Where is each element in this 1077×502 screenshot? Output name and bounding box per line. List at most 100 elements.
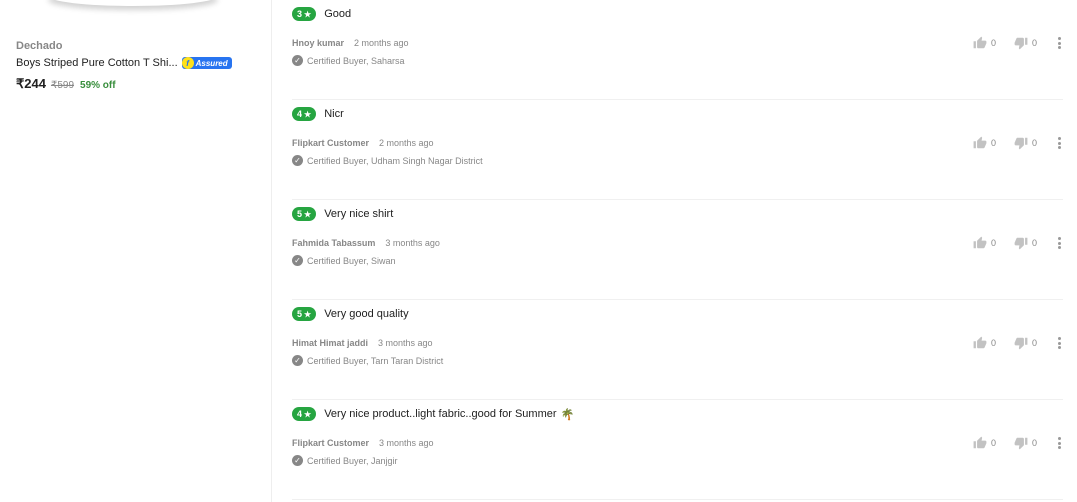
product-summary-panel: Dechado Boys Striped Pure Cotton T Shi..… — [0, 0, 272, 502]
review-meta: Flipkart Customer 3 months ago — [292, 438, 434, 448]
review-meta: Hnoy kumar 2 months ago — [292, 38, 409, 48]
more-options-icon[interactable] — [1055, 36, 1063, 50]
like-count: 0 — [990, 438, 996, 448]
reviewer-name: Flipkart Customer — [292, 438, 370, 448]
star-icon: ★ — [304, 409, 312, 419]
rating-value: 4 — [297, 409, 303, 419]
rating-value: 4 — [297, 109, 303, 119]
review-date: 2 months ago — [379, 138, 434, 148]
dislike-button[interactable]: 0 — [1014, 236, 1037, 250]
dislike-count: 0 — [1031, 238, 1037, 248]
reviewer-name: Himat Himat jaddi — [292, 338, 369, 348]
star-icon: ★ — [304, 9, 312, 19]
assured-label: Assured — [195, 58, 228, 68]
assured-badge: f Assured — [181, 57, 232, 69]
selling-price: ₹244 — [16, 76, 46, 91]
certified-buyer-row: ✓ Certified Buyer, Siwan — [292, 255, 396, 266]
thumbs-up-icon — [973, 336, 987, 349]
review-actions: 0 0 — [955, 436, 1063, 450]
review-actions: 0 0 — [955, 136, 1063, 150]
review-meta: Himat Himat jaddi 3 months ago — [292, 338, 433, 348]
certified-buyer-text: Certified Buyer, Siwan — [307, 255, 396, 266]
review-emoji: 🌴 — [560, 408, 575, 421]
rating-badge: 4 ★ — [292, 107, 317, 121]
review-actions: 0 0 — [955, 236, 1063, 250]
review-title: Very nice product..light fabric..good fo… — [324, 408, 557, 420]
dislike-count: 0 — [1031, 438, 1037, 448]
thumbs-down-icon — [1014, 437, 1028, 450]
check-circle-icon: ✓ — [292, 255, 303, 266]
certified-buyer-text: Certified Buyer, Tarn Taran District — [307, 355, 444, 366]
more-options-icon[interactable] — [1055, 336, 1063, 350]
review-card: 4 ★ Nicr Flipkart Customer 2 months ago … — [292, 100, 1063, 200]
dislike-count: 0 — [1031, 138, 1037, 148]
dislike-button[interactable]: 0 — [1014, 436, 1037, 450]
thumbs-up-icon — [973, 136, 987, 149]
price-row: ₹244 ₹599 59% off — [16, 76, 116, 92]
certified-buyer-row: ✓ Certified Buyer, Saharsa — [292, 55, 405, 66]
reviewer-name: Flipkart Customer — [292, 138, 370, 148]
review-date: 3 months ago — [385, 238, 440, 248]
like-button[interactable]: 0 — [973, 36, 996, 50]
more-options-icon[interactable] — [1055, 436, 1063, 450]
review-header: 5 ★ Very good quality — [292, 307, 413, 321]
check-circle-icon: ✓ — [292, 455, 303, 466]
review-title: Very nice shirt — [324, 208, 394, 220]
original-price: ₹599 — [50, 80, 75, 91]
product-brand: Dechado — [16, 40, 63, 52]
like-count: 0 — [990, 238, 996, 248]
like-count: 0 — [990, 338, 996, 348]
rating-badge: 5 ★ — [292, 207, 317, 221]
thumbs-down-icon — [1014, 237, 1028, 250]
flipkart-logo-icon: f — [181, 57, 194, 69]
certified-buyer-text: Certified Buyer, Saharsa — [307, 55, 405, 66]
review-title: Good — [324, 8, 352, 20]
review-header: 5 ★ Very nice shirt — [292, 207, 397, 221]
thumbs-down-icon — [1014, 137, 1028, 150]
check-circle-icon: ✓ — [292, 55, 303, 66]
like-count: 0 — [990, 38, 996, 48]
reviews-list: 3 ★ Good Hnoy kumar 2 months ago ✓ Certi… — [292, 0, 1063, 500]
certified-buyer-row: ✓ Certified Buyer, Udham Singh Nagar Dis… — [292, 155, 483, 166]
review-header: 3 ★ Good — [292, 7, 355, 21]
review-card: 4 ★ Very nice product..light fabric..goo… — [292, 400, 1063, 500]
thumbs-up-icon — [973, 436, 987, 449]
review-header: 4 ★ Nicr — [292, 107, 348, 121]
product-title[interactable]: Boys Striped Pure Cotton T Shi... — [16, 57, 178, 69]
more-options-icon[interactable] — [1055, 236, 1063, 250]
review-date: 2 months ago — [354, 38, 409, 48]
rating-badge: 3 ★ — [292, 7, 317, 21]
review-date: 3 months ago — [379, 438, 434, 448]
like-button[interactable]: 0 — [973, 136, 996, 150]
review-actions: 0 0 — [955, 336, 1063, 350]
like-button[interactable]: 0 — [973, 336, 996, 350]
star-icon: ★ — [304, 109, 312, 119]
thumbs-up-icon — [973, 36, 987, 49]
more-options-icon[interactable] — [1055, 136, 1063, 150]
rating-value: 5 — [297, 209, 303, 219]
rating-value: 3 — [297, 9, 303, 19]
like-button[interactable]: 0 — [973, 236, 996, 250]
review-meta: Flipkart Customer 2 months ago — [292, 138, 434, 148]
certified-buyer-row: ✓ Certified Buyer, Janjgir — [292, 455, 398, 466]
dislike-count: 0 — [1031, 338, 1037, 348]
review-meta: Fahmida Tabassum 3 months ago — [292, 238, 440, 248]
certified-buyer-text: Certified Buyer, Udham Singh Nagar Distr… — [307, 155, 483, 166]
like-button[interactable]: 0 — [973, 436, 996, 450]
dislike-button[interactable]: 0 — [1014, 336, 1037, 350]
reviewer-name: Fahmida Tabassum — [292, 238, 376, 248]
product-title-row: Boys Striped Pure Cotton T Shi... f Assu… — [16, 57, 232, 69]
review-date: 3 months ago — [378, 338, 433, 348]
thumbs-down-icon — [1014, 37, 1028, 50]
rating-badge: 4 ★ — [292, 407, 317, 421]
product-image[interactable] — [48, 0, 218, 6]
certified-buyer-text: Certified Buyer, Janjgir — [307, 455, 398, 466]
dislike-button[interactable]: 0 — [1014, 36, 1037, 50]
dislike-button[interactable]: 0 — [1014, 136, 1037, 150]
review-header: 4 ★ Very nice product..light fabric..goo… — [292, 407, 574, 421]
star-icon: ★ — [304, 309, 312, 319]
certified-buyer-row: ✓ Certified Buyer, Tarn Taran District — [292, 355, 443, 366]
review-title: Nicr — [324, 108, 344, 120]
review-card: 3 ★ Good Hnoy kumar 2 months ago ✓ Certi… — [292, 0, 1063, 100]
thumbs-down-icon — [1014, 337, 1028, 350]
